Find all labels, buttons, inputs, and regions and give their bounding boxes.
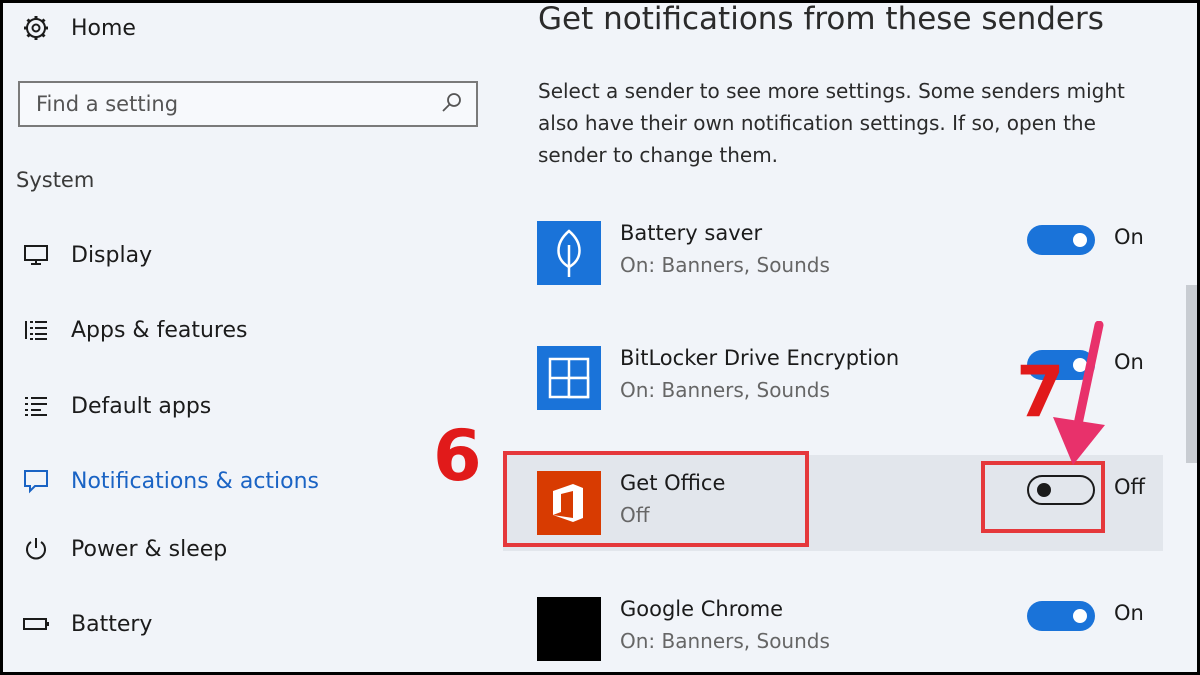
nav-item-default-apps[interactable]: Default apps <box>21 391 211 421</box>
settings-window: Home System Display <box>0 0 1200 675</box>
gear-icon <box>21 13 51 43</box>
sender-status: On: Banners, Sounds <box>620 378 830 402</box>
nav-item-label: Power & sleep <box>71 536 228 562</box>
chrome-icon <box>537 597 601 661</box>
battery-icon <box>21 609 51 639</box>
sender-name: Battery saver <box>620 221 763 245</box>
annotation-number-6: 6 <box>433 415 482 497</box>
monitor-icon <box>21 240 51 270</box>
nav-item-label: Default apps <box>71 393 212 419</box>
search-box[interactable] <box>18 81 478 127</box>
scrollbar-thumb[interactable] <box>1186 285 1197 463</box>
notification-icon <box>21 466 51 496</box>
page-description: Select a sender to see more settings. So… <box>538 79 1125 167</box>
sender-name: Google Chrome <box>620 597 784 621</box>
toggle-state-label: On <box>1114 601 1144 625</box>
annotation-box-sender <box>503 451 809 547</box>
toggle-knob <box>1073 233 1087 247</box>
toggle-state-label: Off <box>1114 475 1145 499</box>
notification-toggle[interactable] <box>1027 225 1095 255</box>
power-icon <box>21 534 51 564</box>
search-input[interactable] <box>20 91 436 117</box>
sender-name: BitLocker Drive Encryption <box>620 346 900 370</box>
nav-item-power-sleep[interactable]: Power & sleep <box>21 534 227 564</box>
sender-google-chrome[interactable]: Google Chrome On: Banners, Sounds On <box>503 581 1163 672</box>
search-icon[interactable] <box>436 89 466 119</box>
nav-item-notifications-actions[interactable]: Notifications & actions <box>21 466 319 496</box>
toggle-knob <box>1073 609 1087 623</box>
list-icon <box>21 315 51 345</box>
battery-saver-leaf-icon <box>537 221 601 285</box>
notification-toggle[interactable] <box>1027 601 1095 631</box>
page-heading: Get notifications from these senders <box>538 1 1104 37</box>
nav-item-label: Battery <box>71 611 153 637</box>
nav-home-label: Home <box>71 15 136 41</box>
nav-home[interactable]: Home <box>21 13 136 43</box>
sender-status: On: Banners, Sounds <box>620 253 830 277</box>
bitlocker-icon <box>537 346 601 410</box>
toggle-state-label: On <box>1114 225 1144 249</box>
sender-status: On: Banners, Sounds <box>620 629 830 653</box>
section-label-system: System <box>16 168 95 192</box>
nav-item-label: Notifications & actions <box>71 468 320 494</box>
nav-item-display[interactable]: Display <box>21 240 152 270</box>
annotation-box-toggle <box>981 461 1105 533</box>
nav-item-label: Display <box>71 242 153 268</box>
annotation-arrow-icon <box>1053 321 1105 465</box>
nav-item-apps-features[interactable]: Apps & features <box>21 315 247 345</box>
nav-item-battery[interactable]: Battery <box>21 609 152 639</box>
default-apps-icon <box>21 391 51 421</box>
nav-item-label: Apps & features <box>71 317 248 343</box>
toggle-state-label: On <box>1114 350 1144 374</box>
sender-battery-saver[interactable]: Battery saver On: Banners, Sounds On <box>503 205 1163 301</box>
